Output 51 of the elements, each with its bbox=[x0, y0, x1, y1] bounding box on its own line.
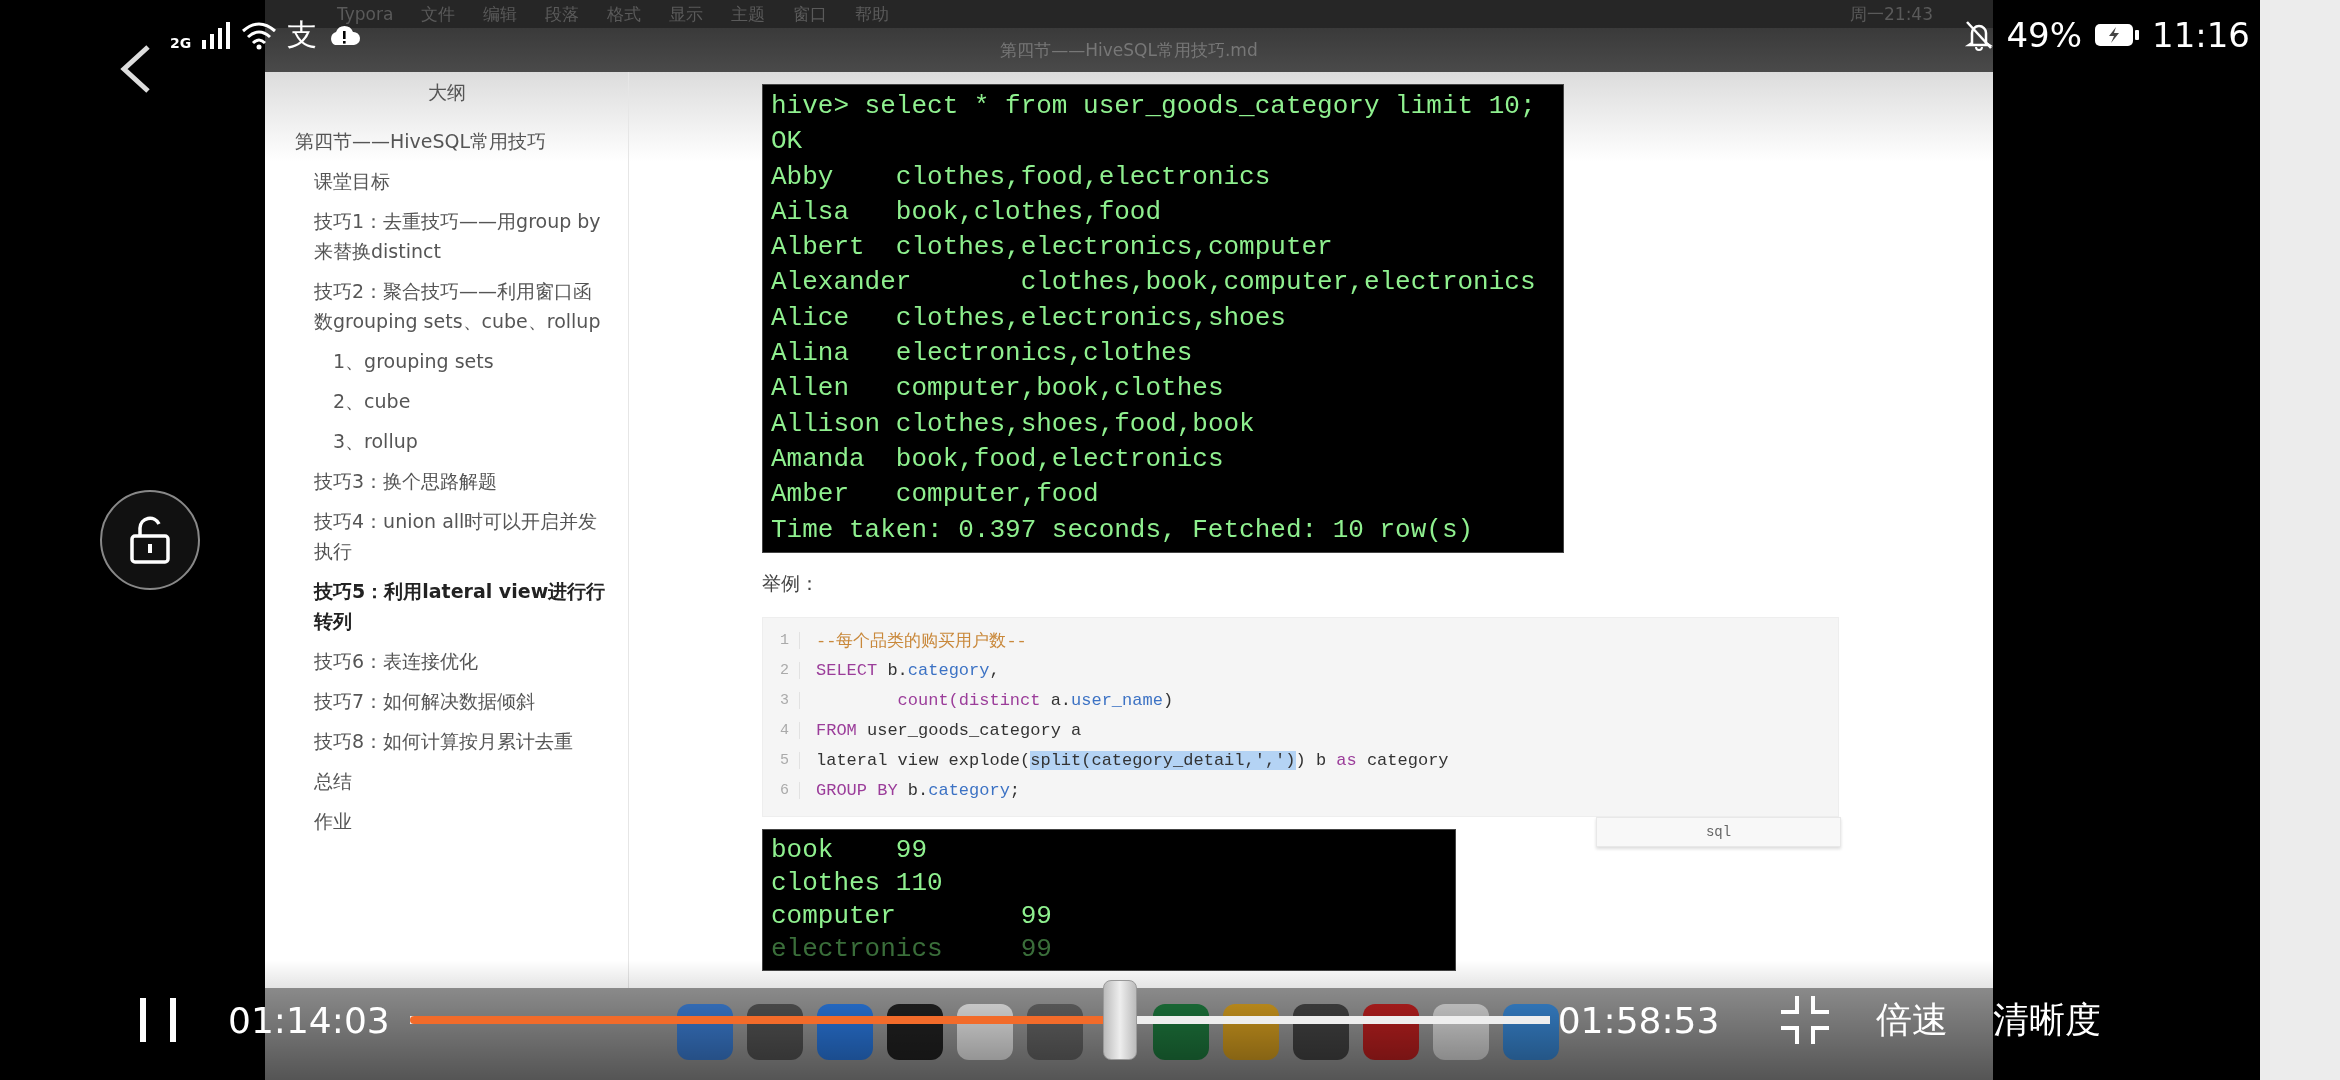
outline-item[interactable]: 技巧6：表连接优化 bbox=[265, 646, 628, 676]
wifi-icon bbox=[241, 20, 278, 50]
line-number: 4 bbox=[763, 722, 800, 740]
outline-item[interactable]: 技巧7：如何解决数据倾斜 bbox=[265, 686, 628, 716]
dock-app-icon[interactable] bbox=[1503, 1004, 1559, 1060]
outline-item[interactable]: 1、grouping sets bbox=[265, 346, 628, 376]
code-line: GROUP BY b.category; bbox=[815, 781, 1021, 801]
outline-item[interactable]: 技巧2：聚合技巧——利用窗口函数grouping sets、cube、rollup bbox=[265, 276, 628, 336]
outline-item[interactable]: 第四节——HiveSQL常用技巧 bbox=[265, 126, 628, 156]
code-line: lateral view explode(split(category_detail,',')) b as category bbox=[815, 751, 1449, 771]
pause-button[interactable] bbox=[138, 998, 178, 1042]
battery-icon bbox=[2094, 23, 2140, 47]
line-number: 6 bbox=[763, 782, 800, 800]
code-line: count(distinct a.user_name) bbox=[896, 691, 1174, 711]
outline-item[interactable]: 2、cube bbox=[265, 386, 628, 416]
app-label: 支 bbox=[287, 15, 318, 54]
network-type: 2G bbox=[170, 34, 192, 51]
language-label: sql bbox=[1596, 817, 1841, 847]
dock-app-icon[interactable] bbox=[1153, 1004, 1209, 1060]
dock-app-icon[interactable] bbox=[1363, 1004, 1419, 1060]
unlock-icon[interactable] bbox=[128, 516, 172, 564]
line-number: 5 bbox=[763, 752, 800, 770]
outline-title: 大纲 bbox=[426, 80, 467, 105]
line-number: 2 bbox=[763, 662, 800, 680]
section-label: 举例： bbox=[762, 570, 819, 596]
line-number: 1 bbox=[763, 632, 800, 650]
quality-button[interactable]: 清晰度 bbox=[1993, 995, 2102, 1045]
outline-item[interactable]: 3、rollup bbox=[265, 426, 628, 456]
outline-item[interactable]: 技巧8：如何计算按月累计去重 bbox=[265, 726, 628, 756]
outline-item[interactable]: 作业 bbox=[265, 806, 628, 836]
terminal-output: book 99 clothes 110 computer 99 electronics 99 bbox=[762, 828, 1456, 971]
progress-handle[interactable] bbox=[1102, 980, 1137, 1060]
signal-icon bbox=[201, 20, 232, 50]
outline-item[interactable]: 技巧3：换个思路解题 bbox=[265, 466, 628, 496]
outline-item[interactable]: 技巧4：union all时可以开启并发执行 bbox=[265, 506, 628, 566]
dock-app-icon[interactable] bbox=[1293, 1004, 1349, 1060]
outline-item[interactable]: 技巧5：利用lateral view进行行转列 bbox=[265, 576, 628, 636]
code-line: FROM user_goods_category a bbox=[815, 721, 1082, 741]
terminal-output: hive> select * from user_goods_category limit 10; OK Abby clothes,food,electronics Ailsa book,clothes,food Albert clothes,electronics,computer Alexander clothes,book,computer,electronics Alice clothes,electronics,shoes Alina electronics,clothes Allen computer,book,clothes Allison clothes,shoes,food,book Amanda book,food,electronics Amber computer,food Time taken: 0.397 seconds, Fetched: 10 row(s) bbox=[762, 84, 1564, 553]
speed-button[interactable]: 倍速 bbox=[1876, 995, 1949, 1045]
total-time: 01:58:53 bbox=[1557, 999, 1720, 1041]
battery-percentage: 49% bbox=[2006, 15, 2082, 55]
outline-item[interactable]: 课堂目标 bbox=[265, 166, 628, 196]
outline-item[interactable]: 技巧1：去重技巧——用group by来替换distinct bbox=[265, 206, 628, 266]
code-line: --每个品类的购买用户数-- bbox=[815, 631, 1027, 653]
outline-item[interactable]: 总结 bbox=[265, 766, 628, 796]
code-line: SELECT b.category, bbox=[815, 661, 1000, 681]
exit-fullscreen-icon[interactable] bbox=[1779, 994, 1832, 1046]
clock-time: 11:16 bbox=[2152, 15, 2250, 55]
bell-off-icon bbox=[1964, 19, 1995, 51]
line-number: 3 bbox=[763, 692, 800, 710]
